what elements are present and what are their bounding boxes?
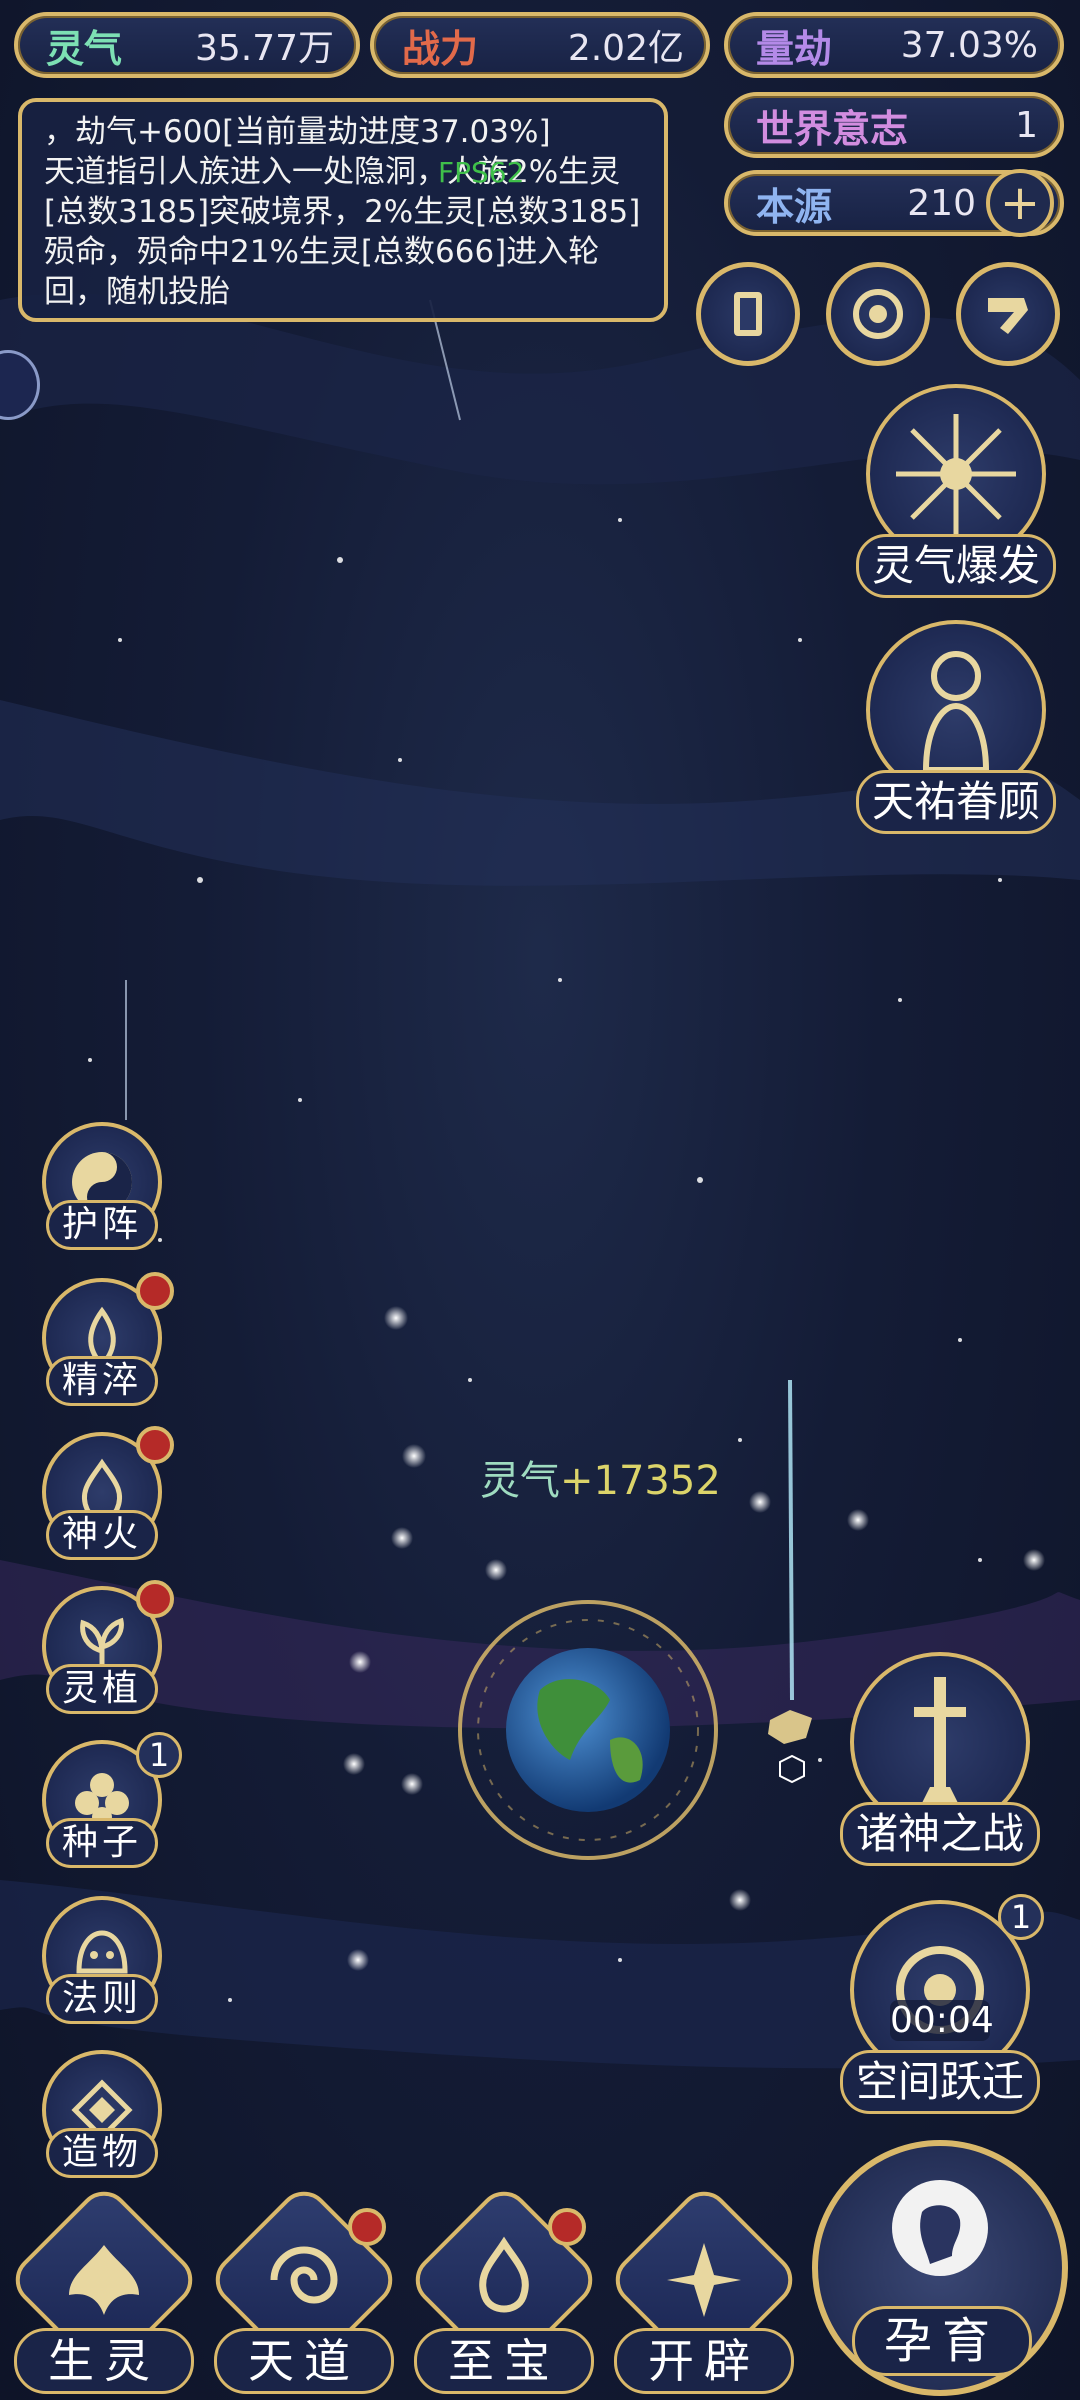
earth-planet[interactable]	[458, 1600, 718, 1860]
gain-label: 灵气	[480, 1458, 560, 1504]
goddess-icon	[922, 651, 990, 773]
notification-dot	[548, 2208, 586, 2246]
nav-zhibao-label: 至宝	[414, 2328, 594, 2394]
shijie-yizhi-label: 世界意志	[756, 105, 909, 151]
nav-yunyu-label: 孕育	[852, 2306, 1032, 2376]
left-menu-label: 护阵	[46, 1200, 158, 1250]
liangjie-label: 量劫	[756, 25, 833, 71]
scroll-icon	[988, 298, 1028, 334]
crystal-burst-icon	[654, 2230, 754, 2330]
space-jump-timer: 00:04	[890, 2000, 994, 2041]
gain-value: +17352	[560, 1458, 721, 1504]
notification-dot	[348, 2208, 386, 2246]
vortex-button[interactable]	[826, 262, 930, 366]
benyuan-label: 本源	[756, 183, 833, 229]
log-line-2: 天道指引人族进入一处隐洞，人族2%生灵[总数3185]突破境界，2%生灵[总数3…	[44, 154, 641, 310]
lingqi-stat: 灵气 35.77万	[14, 12, 360, 78]
nav-tiandao[interactable]: 天道	[205, 2181, 403, 2400]
lingqi-burst-button[interactable]: 灵气爆发	[856, 384, 1056, 604]
lingqi-value: 35.77万	[194, 28, 334, 69]
card-button[interactable]	[696, 262, 800, 366]
benyuan-value: 210	[907, 182, 976, 224]
left-menu-label: 造物	[46, 2128, 158, 2178]
left-menu-label: 神火	[46, 1510, 158, 1560]
nav-kaipi-label: 开辟	[614, 2328, 794, 2394]
scroll-button[interactable]	[956, 262, 1060, 366]
sword-icon	[914, 1677, 966, 1807]
shijie-yizhi-stat[interactable]: 世界意志 1	[724, 92, 1064, 158]
left-menu-label: 种子	[46, 1818, 158, 1868]
lingqi-gain-popup: 灵气+17352	[480, 1448, 721, 1506]
seed-count-badge: 1	[136, 1732, 182, 1778]
silhouette-icon	[892, 2180, 988, 2276]
starburst-icon	[896, 414, 1016, 534]
gods-war-button[interactable]: 诸神之战	[840, 1652, 1040, 1872]
zhanli-label: 战力	[402, 25, 479, 71]
left-menu-jingcui[interactable]: 精淬	[36, 1272, 174, 1418]
nav-yunyu-button[interactable]: 孕育	[812, 2140, 1068, 2396]
card-icon	[734, 292, 762, 336]
shijie-yizhi-value: 1	[1015, 104, 1038, 146]
notification-dot	[136, 1426, 174, 1464]
left-menu-label: 精淬	[46, 1356, 158, 1406]
lingqi-label: 灵气	[46, 25, 123, 71]
zhanli-stat: 战力 2.02亿	[370, 12, 710, 78]
left-menu-zhongzi[interactable]: 种子 1	[36, 1732, 182, 1880]
nav-shengling-label: 生灵	[14, 2328, 194, 2394]
benyuan-stat: 本源 210 +	[724, 169, 1064, 237]
liangjie-value: 37.03%	[900, 24, 1038, 66]
left-menu-lingzhi[interactable]: 灵植	[36, 1580, 174, 1726]
add-benyuan-button[interactable]: +	[986, 169, 1054, 237]
liangjie-stat[interactable]: 量劫 37.03%	[724, 12, 1064, 78]
left-menu-shenhuo[interactable]: 神火	[36, 1426, 174, 1572]
left-menu-zaowu[interactable]: 造物	[36, 2050, 168, 2190]
vortex-icon	[853, 289, 903, 339]
left-menu-label: 法则	[46, 1974, 158, 2024]
zhanli-value: 2.02亿	[567, 28, 684, 69]
left-menu-faze[interactable]: 法则	[36, 1896, 168, 2036]
gold-rock[interactable]	[768, 1710, 812, 1784]
space-jump-label: 空间跃迁	[840, 2050, 1040, 2114]
nav-kaipi[interactable]: 开辟	[605, 2181, 803, 2400]
nav-zhibao[interactable]: 至宝	[405, 2181, 603, 2400]
nav-tiandao-label: 天道	[214, 2328, 394, 2394]
nav-shengling[interactable]: 生灵	[5, 2181, 203, 2400]
swirl-icon	[254, 2230, 354, 2330]
left-menu-label: 灵植	[46, 1664, 158, 1714]
event-log: ，劫气+600[当前量劫进度37.03%] 天道指引人族进入一处隐洞，人族2%生…	[18, 98, 668, 322]
gods-war-label: 诸神之战	[840, 1802, 1040, 1866]
phoenix-icon	[54, 2230, 154, 2330]
log-line-1: ，劫气+600[当前量劫进度37.03%]	[44, 114, 551, 150]
notification-dot	[136, 1580, 174, 1618]
notification-dot	[136, 1272, 174, 1310]
space-jump-badge: 1	[998, 1894, 1044, 1940]
blessing-label: 天祐眷顾	[856, 770, 1056, 834]
fps-counter: FPS62	[438, 156, 525, 189]
burst-label: 灵气爆发	[856, 534, 1056, 598]
space-jump-button[interactable]: 00:04 空间跃迁 1	[840, 1894, 1044, 2120]
blessing-button[interactable]: 天祐眷顾	[856, 620, 1056, 840]
left-menu-huzhen[interactable]: 护阵	[36, 1122, 168, 1262]
treasure-flame-icon	[454, 2230, 554, 2330]
